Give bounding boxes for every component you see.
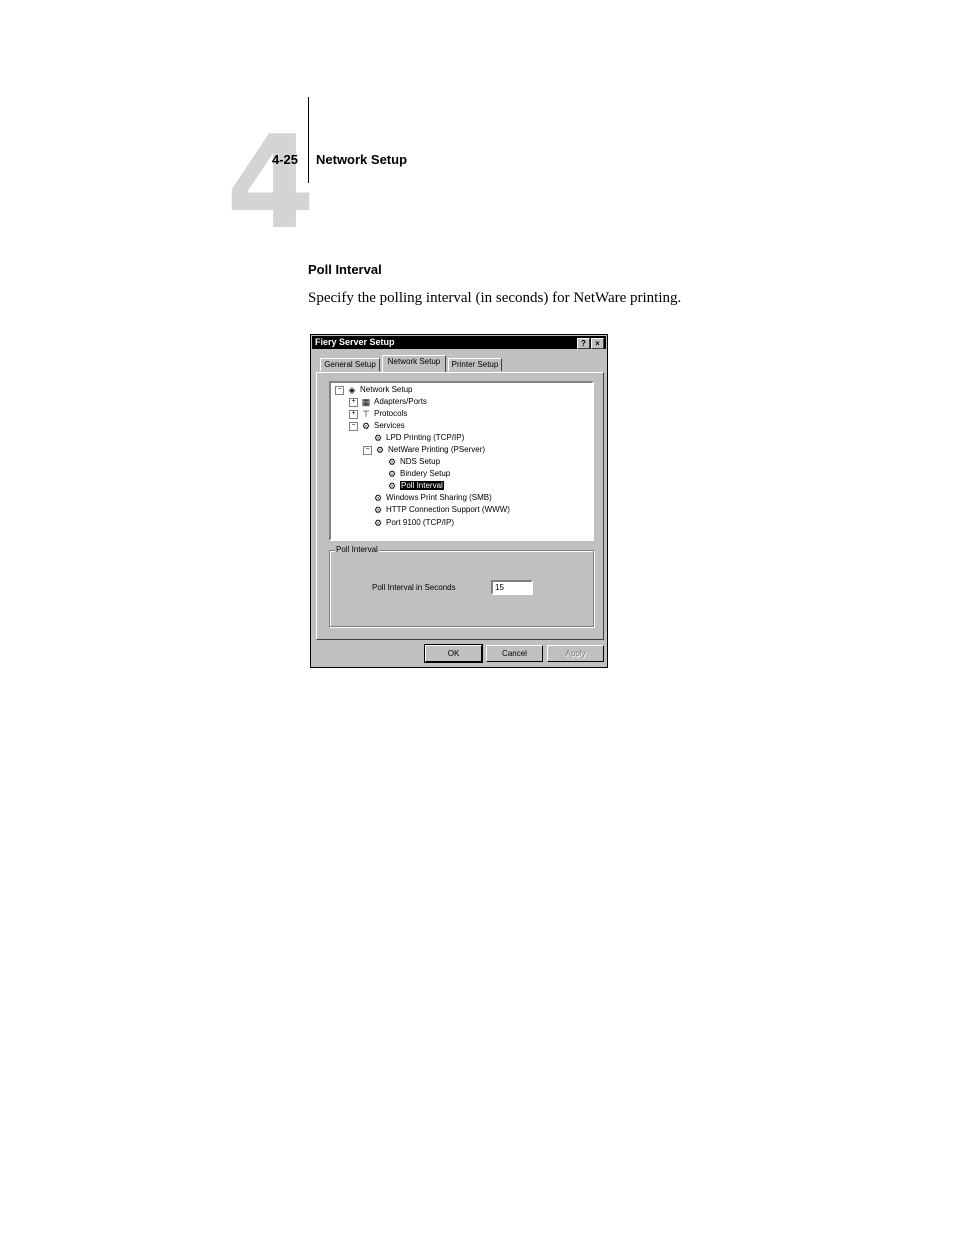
poll-interval-label: Poll Interval in Seconds <box>372 583 456 592</box>
tree-item-adapters-ports[interactable]: + ▦ Adapters/Ports <box>349 396 427 408</box>
tree-item-services[interactable]: − ⚙ Services <box>349 420 405 432</box>
section-heading: Poll Interval <box>308 262 382 277</box>
tree-item-bindery-setup[interactable]: ⚙ Bindery Setup <box>386 468 450 480</box>
service-icon: ⚙ <box>387 481 397 491</box>
header-rule <box>308 97 309 183</box>
expand-icon[interactable]: + <box>349 397 358 407</box>
service-icon: ⚙ <box>375 445 385 455</box>
apply-button[interactable]: Apply <box>547 645 604 662</box>
tree-item-port-9100[interactable]: ⚙ Port 9100 (TCP/IP) <box>372 517 454 529</box>
poll-interval-input[interactable] <box>491 580 533 595</box>
tree-item-protocols[interactable]: + ⊤ Protocols <box>349 408 407 420</box>
service-icon: ⚙ <box>387 469 397 479</box>
tab-printer-setup[interactable]: Printer Setup <box>448 358 502 371</box>
tree-item-lpd-printing[interactable]: ⚙ LPD Printing (TCP/IP) <box>372 432 464 444</box>
tree-item-windows-print-sharing[interactable]: ⚙ Windows Print Sharing (SMB) <box>372 492 492 504</box>
chapter-number: 4 <box>226 109 315 258</box>
service-icon: ⚙ <box>387 457 397 467</box>
tab-general-setup[interactable]: General Setup <box>320 358 380 371</box>
cancel-button[interactable]: Cancel <box>486 645 543 662</box>
group-legend: Poll Interval <box>335 545 379 555</box>
tree-item-nds-setup[interactable]: ⚙ NDS Setup <box>386 456 440 468</box>
tree-item-poll-interval[interactable]: ⚙ Poll Interval <box>386 480 444 492</box>
body-text: Specify the polling interval (in seconds… <box>308 290 682 306</box>
help-button[interactable]: ? <box>577 338 590 349</box>
service-icon: ⚙ <box>373 505 383 515</box>
tab-network-setup[interactable]: Network Setup <box>382 355 446 372</box>
header-title: Network Setup <box>316 152 408 167</box>
ok-button[interactable]: OK <box>424 644 483 663</box>
dialog-titlebar: Fiery Server Setup ? × <box>312 336 606 349</box>
network-icon: ◈ <box>348 385 356 395</box>
poll-interval-group: Poll Interval Poll Interval in Seconds <box>329 545 594 627</box>
collapse-icon[interactable]: − <box>335 385 344 395</box>
tree-item-http-connection[interactable]: ⚙ HTTP Connection Support (WWW) <box>372 504 510 516</box>
service-icon: ⚙ <box>373 518 383 528</box>
adapter-icon: ▦ <box>361 397 371 407</box>
network-setup-panel: − ◈ Network Setup + ▦ Adapters/Ports + ⊤ Proto… <box>316 372 604 640</box>
protocol-icon: ⊤ <box>362 409 370 419</box>
tab-bar: General Setup Network Setup Printer Setu… <box>317 354 601 372</box>
page-number: 4-25 <box>272 152 299 167</box>
service-icon: ⚙ <box>373 493 383 503</box>
close-button[interactable]: × <box>591 338 604 349</box>
dialog-title: Fiery Server Setup <box>315 337 395 347</box>
fiery-server-setup-dialog: Fiery Server Setup ? × General Setup Net… <box>310 334 608 668</box>
settings-tree[interactable]: − ◈ Network Setup + ▦ Adapters/Ports + ⊤ Proto… <box>329 381 594 541</box>
collapse-icon[interactable]: − <box>349 421 358 431</box>
expand-icon[interactable]: + <box>349 409 358 419</box>
collapse-icon[interactable]: − <box>363 445 372 455</box>
services-icon: ⚙ <box>361 421 371 431</box>
tree-item-netware-printing[interactable]: − ⚙ NetWare Printing (PServer) <box>363 444 485 456</box>
tree-item-network-setup[interactable]: − ◈ Network Setup <box>335 384 412 396</box>
service-icon: ⚙ <box>373 433 383 443</box>
